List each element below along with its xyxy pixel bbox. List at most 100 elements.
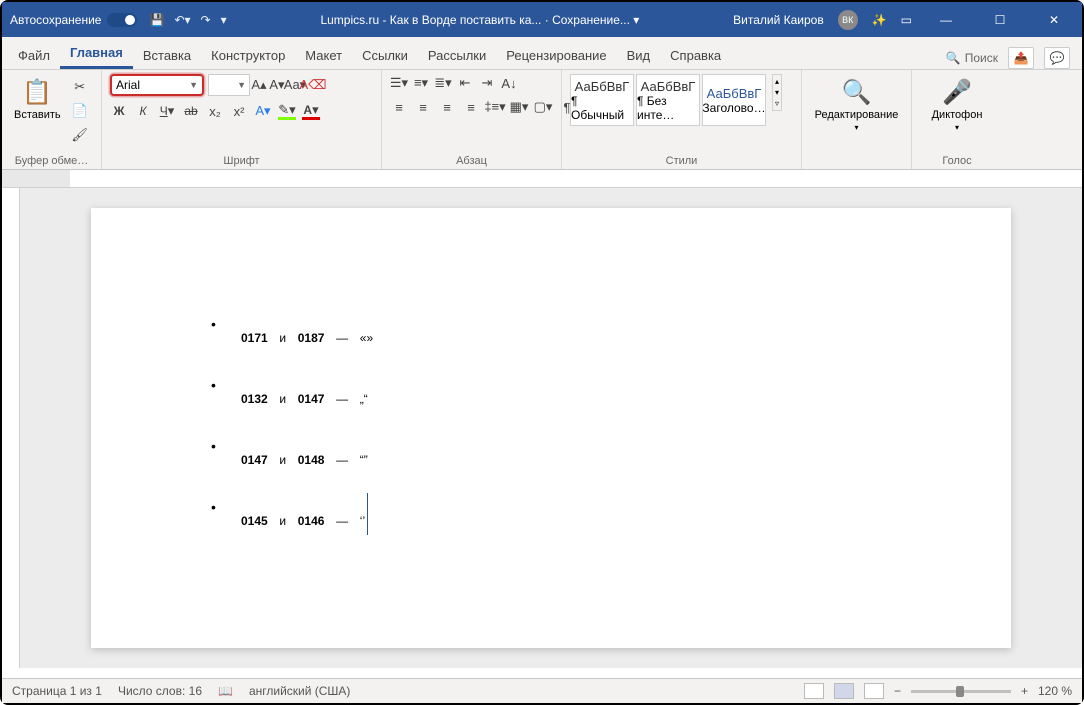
user-name[interactable]: Виталий Каиров bbox=[733, 13, 824, 27]
language-status[interactable]: английский (США) bbox=[249, 684, 350, 698]
text-effects-icon[interactable]: A▾ bbox=[254, 102, 272, 120]
code-a: 0145 bbox=[241, 514, 268, 528]
sep: и bbox=[279, 514, 286, 528]
dictate-label: Диктофон bbox=[932, 109, 983, 121]
share-button[interactable]: 📤 bbox=[1008, 47, 1034, 69]
comments-button[interactable]: 💬 bbox=[1044, 47, 1070, 69]
maximize-button[interactable]: ☐ bbox=[980, 2, 1020, 37]
read-mode-button[interactable] bbox=[804, 683, 824, 699]
search-button[interactable]: 🔍 Поиск bbox=[946, 51, 998, 65]
bullets-icon[interactable]: ☰▾ bbox=[390, 74, 408, 92]
zoom-out-button[interactable]: − bbox=[894, 684, 901, 698]
font-name-combo[interactable]: ▼ bbox=[110, 74, 204, 96]
tab-home[interactable]: Главная bbox=[60, 38, 133, 69]
microphone-icon: 🎤 bbox=[942, 78, 972, 107]
editing-button[interactable]: 🔍 Редактирование ▾ bbox=[811, 74, 903, 136]
increase-font-icon[interactable]: A▴ bbox=[250, 76, 268, 94]
borders-icon[interactable]: ▢▾ bbox=[534, 98, 552, 116]
autosave-toggle[interactable] bbox=[107, 13, 137, 27]
code-b: 0146 bbox=[298, 514, 325, 528]
multilevel-icon[interactable]: ≣▾ bbox=[434, 74, 452, 92]
document-page[interactable]: 0171 и 0187 — «» 0132 и 0147 — „“ 0147 и… bbox=[91, 208, 1011, 648]
copy-icon[interactable]: 📄 bbox=[71, 102, 89, 120]
save-icon[interactable]: 💾 bbox=[149, 13, 164, 27]
tab-view[interactable]: Вид bbox=[617, 41, 661, 69]
web-layout-button[interactable] bbox=[864, 683, 884, 699]
paste-label: Вставить bbox=[14, 109, 61, 121]
line-spacing-icon[interactable]: ‡≡▾ bbox=[486, 98, 504, 116]
style-label: Заголово… bbox=[702, 101, 765, 115]
vertical-ruler[interactable] bbox=[2, 188, 20, 668]
decrease-indent-icon[interactable]: ⇤ bbox=[456, 74, 474, 92]
word-count[interactable]: Число слов: 16 bbox=[118, 684, 202, 698]
print-layout-button[interactable] bbox=[834, 683, 854, 699]
list-item[interactable]: 0147 и 0148 — “” bbox=[211, 420, 931, 481]
tab-references[interactable]: Ссылки bbox=[352, 41, 418, 69]
align-right-icon[interactable]: ≡ bbox=[438, 98, 456, 116]
strike-icon[interactable]: ab bbox=[182, 102, 200, 120]
styles-group-label: Стили bbox=[562, 155, 801, 167]
redo-icon[interactable]: ↷ bbox=[201, 13, 211, 27]
save-status-text[interactable]: Сохранение... ▾ bbox=[552, 13, 639, 27]
style-nospacing[interactable]: АаБбВвГ ¶ Без инте… bbox=[636, 74, 700, 126]
quote-chars: «» bbox=[360, 331, 373, 345]
qat-more-icon[interactable]: ▾ bbox=[221, 13, 227, 27]
ribbon-options-icon[interactable]: ▭ bbox=[901, 13, 912, 27]
increase-indent-icon[interactable]: ⇥ bbox=[478, 74, 496, 92]
zoom-in-button[interactable]: + bbox=[1021, 684, 1028, 698]
sort-icon[interactable]: A↓ bbox=[500, 74, 518, 92]
bold-icon[interactable]: Ж bbox=[110, 102, 128, 120]
tab-design[interactable]: Конструктор bbox=[201, 41, 295, 69]
styles-more[interactable]: ▴▾▿ bbox=[772, 74, 782, 111]
document-area: 0171 и 0187 — «» 0132 и 0147 — „“ 0147 и… bbox=[2, 188, 1082, 668]
underline-icon[interactable]: Ч▾ bbox=[158, 102, 176, 120]
zoom-level[interactable]: 120 % bbox=[1038, 684, 1072, 698]
code-b: 0187 bbox=[298, 331, 325, 345]
list-item[interactable]: 0171 и 0187 — «» bbox=[211, 298, 931, 359]
cut-icon[interactable]: ✂ bbox=[71, 78, 89, 96]
style-heading[interactable]: АаБбВвГ Заголово… bbox=[702, 74, 766, 126]
close-button[interactable]: ✕ bbox=[1034, 2, 1074, 37]
tab-mailings[interactable]: Рассылки bbox=[418, 41, 496, 69]
font-color-icon[interactable]: A▾ bbox=[302, 102, 320, 120]
window-title: Lumpics.ru - Как в Ворде поставить ка...… bbox=[233, 13, 728, 27]
highlight-icon[interactable]: ✎▾ bbox=[278, 102, 296, 120]
paste-button[interactable]: 📋 Вставить bbox=[10, 74, 65, 125]
align-center-icon[interactable]: ≡ bbox=[414, 98, 432, 116]
italic-icon[interactable]: К bbox=[134, 102, 152, 120]
horizontal-ruler[interactable] bbox=[2, 170, 1082, 188]
list-item[interactable]: 0132 и 0147 — „“ bbox=[211, 359, 931, 420]
style-preview: АаБбВвГ bbox=[641, 79, 696, 94]
font-size-combo[interactable]: ▼ bbox=[208, 74, 250, 96]
user-avatar[interactable]: ВК bbox=[838, 10, 858, 30]
list-item[interactable]: 0145 и 0146 — ‘’ bbox=[211, 481, 931, 542]
proofing-icon[interactable]: 📖 bbox=[218, 684, 233, 698]
justify-icon[interactable]: ≡ bbox=[462, 98, 480, 116]
coming-soon-icon[interactable]: ✨ bbox=[872, 13, 887, 27]
quick-access-toolbar: 💾 ↶▾ ↷ ▾ bbox=[149, 13, 226, 27]
clear-format-icon[interactable]: A⌫ bbox=[304, 76, 322, 94]
shading-icon[interactable]: ▦▾ bbox=[510, 98, 528, 116]
subscript-icon[interactable]: x₂ bbox=[206, 102, 224, 120]
dash: — bbox=[336, 392, 348, 406]
group-styles: АаБбВвГ ¶ Обычный АаБбВвГ ¶ Без инте… Аа… bbox=[562, 70, 802, 169]
tab-insert[interactable]: Вставка bbox=[133, 41, 201, 69]
tab-file[interactable]: Файл bbox=[8, 41, 60, 69]
zoom-slider[interactable] bbox=[911, 690, 1011, 693]
align-left-icon[interactable]: ≡ bbox=[390, 98, 408, 116]
superscript-icon[interactable]: x² bbox=[230, 102, 248, 120]
minimize-button[interactable]: — bbox=[926, 2, 966, 37]
dictate-button[interactable]: 🎤 Диктофон ▾ bbox=[928, 74, 987, 136]
style-normal[interactable]: АаБбВвГ ¶ Обычный bbox=[570, 74, 634, 126]
font-name-input[interactable] bbox=[116, 78, 189, 92]
undo-icon[interactable]: ↶▾ bbox=[174, 13, 190, 27]
clipboard-group-label: Буфер обме… bbox=[2, 155, 101, 167]
page-status[interactable]: Страница 1 из 1 bbox=[12, 684, 102, 698]
chevron-down-icon[interactable]: ▼ bbox=[189, 80, 198, 90]
tab-help[interactable]: Справка bbox=[660, 41, 731, 69]
tab-layout[interactable]: Макет bbox=[295, 41, 352, 69]
numbering-icon[interactable]: ≡▾ bbox=[412, 74, 430, 92]
format-painter-icon[interactable]: 🖌 bbox=[71, 126, 89, 144]
tab-review[interactable]: Рецензирование bbox=[496, 41, 616, 69]
editing-label: Редактирование bbox=[815, 109, 899, 121]
